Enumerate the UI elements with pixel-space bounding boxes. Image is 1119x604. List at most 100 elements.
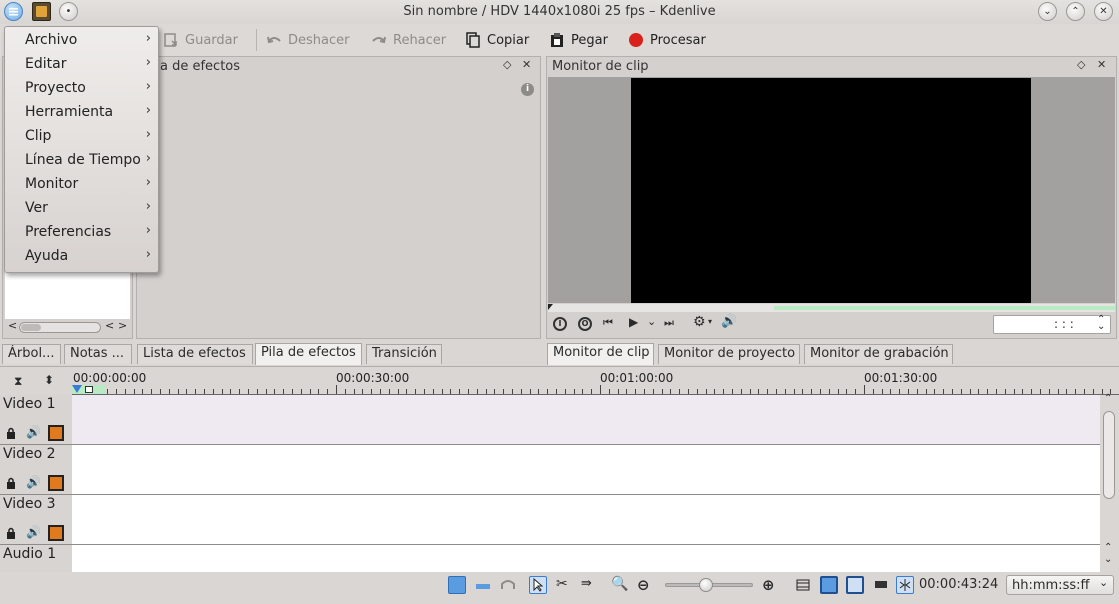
play-options-chevron-icon[interactable]: ⌄ (647, 315, 656, 328)
maximize-icon[interactable]: ⌃ (1066, 2, 1085, 21)
timecode-spinbox[interactable]: : : : ⌃ ⌄ (993, 314, 1111, 334)
menu-item-monitor[interactable]: Monitor › (5, 172, 158, 196)
split-audio-icon[interactable] (896, 576, 914, 594)
menu-item-ayuda[interactable]: Ayuda › (5, 244, 158, 268)
track-area-video-3[interactable] (72, 495, 1100, 545)
settings-chevron-icon[interactable]: ▾ (708, 317, 712, 326)
scrollbar-track[interactable] (19, 322, 101, 333)
render-button[interactable]: Procesar (628, 30, 706, 50)
ruler-tick (644, 389, 645, 394)
snap-icon[interactable] (499, 576, 517, 594)
menu-item-linea-de-tiempo[interactable]: Línea de Tiempo › (5, 148, 158, 172)
settings-gear-icon[interactable]: ⚙ (693, 314, 706, 330)
set-zone-in-icon[interactable]: I (553, 317, 567, 331)
mute-audio-icon[interactable]: 🔊 (26, 525, 41, 539)
show-keyframes-icon[interactable] (872, 576, 890, 594)
menu-item-herramienta[interactable]: Herramienta › (5, 100, 158, 124)
ruler-tick (996, 389, 997, 394)
forward-icon[interactable]: ⏭ (664, 316, 674, 330)
tab-clip-monitor[interactable]: Monitor de clip (547, 343, 654, 365)
redo-button[interactable]: Rehacer (371, 30, 446, 50)
zoom-in-magnifier-icon[interactable]: 🔍 (611, 576, 629, 594)
horizontal-scrollbar[interactable]: < < > (5, 319, 130, 336)
tab-effect-stack[interactable]: Pila de efectos (255, 343, 362, 365)
info-icon[interactable]: i (521, 83, 534, 96)
close-icon[interactable]: ✕ (1094, 2, 1113, 21)
film-strip-icon[interactable] (48, 475, 64, 491)
track-height-icon[interactable]: ⬍ (44, 373, 54, 387)
zoom-slider-handle[interactable] (699, 578, 713, 592)
lock-icon[interactable] (6, 527, 16, 543)
track-header-audio-1[interactable]: Audio 1 (0, 545, 72, 572)
timeline-vertical-scrollbar[interactable]: ⌃ ⌃ ⌄ (1100, 393, 1119, 572)
scroll-up-icon[interactable]: ⌃ (1104, 542, 1112, 553)
zoom-slider[interactable] (665, 578, 753, 592)
submenu-arrow-icon: › (145, 31, 151, 46)
seek-bar[interactable] (548, 304, 1115, 312)
close-panel-icon[interactable]: ✕ (1097, 58, 1106, 71)
show-markers-icon[interactable] (794, 576, 812, 594)
minimize-icon[interactable]: ⌄ (1038, 2, 1057, 21)
video-thumbnails-icon[interactable] (448, 576, 466, 594)
float-panel-icon[interactable]: ◇ (503, 58, 511, 71)
volume-icon[interactable]: 🔊 (721, 314, 737, 329)
ruler-tick (221, 389, 223, 394)
tab-notes[interactable]: Notas ... (64, 344, 132, 364)
spacer-tool-icon[interactable]: ⇛ (581, 576, 599, 594)
lock-icon[interactable] (6, 477, 16, 493)
ruler-tick (872, 389, 874, 394)
timeline-playhead-icon[interactable] (72, 385, 82, 393)
scrollbar-thumb[interactable] (21, 324, 41, 331)
tab-transition[interactable]: Transición (366, 344, 442, 364)
lock-icon[interactable] (6, 427, 16, 443)
audio-thumbnails-icon[interactable] (474, 576, 492, 594)
menu-item-proyecto[interactable]: Proyecto › (5, 76, 158, 100)
selection-tool-icon[interactable] (529, 576, 547, 594)
fit-zoom-icon[interactable]: ⧗ (14, 374, 22, 389)
scroll-left-icon[interactable]: < (105, 319, 114, 332)
razor-tool-icon[interactable]: ✂ (556, 576, 574, 594)
undo-button[interactable]: Deshacer (266, 30, 349, 50)
zone-handle-icon[interactable] (85, 386, 93, 393)
track-area-video-1[interactable] (72, 395, 1100, 445)
show-video-icon[interactable] (820, 576, 838, 594)
tab-record-monitor[interactable]: Monitor de grabación (804, 344, 953, 364)
film-strip-icon[interactable] (48, 425, 64, 441)
track-area-video-2[interactable] (72, 445, 1100, 495)
tab-project-tree[interactable]: Árbol... (2, 344, 61, 364)
project-bin-list[interactable] (5, 267, 130, 319)
timeline-ruler[interactable]: 00:00:00:00 00:00:30:00 00:01:00:00 00:0… (72, 368, 1119, 395)
track-area-audio-1[interactable] (72, 545, 1100, 572)
tab-effect-list[interactable]: Lista de efectos (137, 344, 253, 364)
mute-audio-icon[interactable]: 🔊 (26, 475, 41, 489)
rewind-icon[interactable]: ⏮ (603, 316, 613, 330)
time-format-select[interactable]: hh:mm:ss:ff ⌄ (1006, 575, 1114, 595)
scroll-left-icon[interactable]: < (8, 319, 17, 332)
film-strip-icon[interactable] (48, 525, 64, 541)
zoom-in-icon[interactable]: ⊕ (762, 576, 780, 594)
menu-item-ver[interactable]: Ver › (5, 196, 158, 220)
save-button[interactable]: Guardar (163, 30, 238, 50)
scroll-down-icon[interactable]: ⌄ (1104, 554, 1112, 565)
playhead-marker-icon[interactable] (548, 304, 553, 310)
monitor-view[interactable] (548, 77, 1115, 303)
mute-audio-icon[interactable]: 🔊 (26, 425, 41, 439)
menu-item-archivo[interactable]: Archivo › (5, 28, 158, 52)
scroll-up-icon[interactable]: ⌃ (1104, 393, 1112, 404)
paste-button[interactable]: Pegar (549, 30, 608, 50)
menu-item-preferencias[interactable]: Preferencias › (5, 220, 158, 244)
tab-project-monitor[interactable]: Monitor de proyecto (658, 344, 800, 364)
spin-down-icon[interactable]: ⌄ (1097, 321, 1105, 332)
zoom-out-icon[interactable]: ⊖ (637, 576, 655, 594)
float-panel-icon[interactable]: ◇ (1077, 58, 1085, 71)
menu-item-clip[interactable]: Clip › (5, 124, 158, 148)
ruler-tick (265, 389, 267, 394)
menu-item-editar[interactable]: Editar › (5, 52, 158, 76)
scrollbar-thumb[interactable] (1103, 411, 1115, 499)
show-audio-waveform-icon[interactable] (846, 576, 864, 594)
copy-button[interactable]: Copiar (465, 30, 529, 50)
set-zone-out-icon[interactable]: O (578, 317, 592, 331)
close-panel-icon[interactable]: ✕ (522, 58, 531, 71)
scroll-right-icon[interactable]: > (118, 319, 127, 332)
play-icon[interactable]: ▶ (629, 315, 638, 329)
